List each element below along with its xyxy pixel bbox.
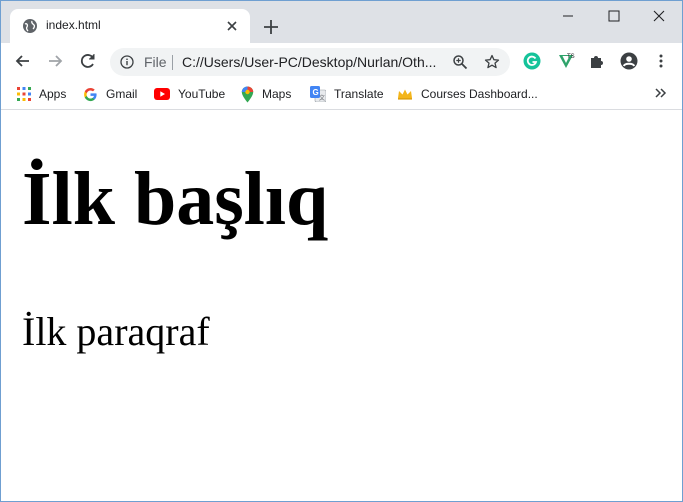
svg-text:TS: TS [567,54,575,60]
youtube-icon [154,88,170,100]
address-bar[interactable]: File C://Users/User-PC/Desktop/Nurlan/Ot… [110,48,510,76]
bookmark-label: Gmail [106,87,138,101]
bookmark-label: Apps [39,87,67,101]
bookmark-gmail[interactable]: Gmail [83,84,137,104]
info-icon[interactable] [120,55,134,69]
page-viewport: İlk başlıq İlk paraqraf [1,110,682,501]
bookmark-translate[interactable]: G 文 Translate [310,84,384,104]
browser-window: index.html File C://Users/User-PC/Deskto… [0,0,683,502]
svg-text:文: 文 [319,94,325,102]
translate-icon: G 文 [310,86,326,102]
close-tab-icon[interactable] [224,18,240,34]
reload-icon[interactable] [78,51,98,71]
tab-strip: index.html [1,1,682,43]
page-heading: İlk başlıq [22,157,329,241]
bookmark-courses-dashboard[interactable]: Courses Dashboard... [397,84,538,104]
bookmark-youtube[interactable]: YouTube [154,84,225,104]
address-url-text[interactable]: C://Users/User-PC/Desktop/Nurlan/Oth... [182,54,452,70]
forward-arrow-icon[interactable] [45,51,65,71]
bookmarks-overflow-chevron-icon[interactable] [652,85,668,101]
bookmark-label: Translate [334,87,384,101]
puzzle-icon[interactable] [588,52,606,70]
crown-icon [398,89,412,100]
browser-toolbar: File C://Users/User-PC/Desktop/Nurlan/Ot… [1,43,682,79]
menu-dots-icon[interactable] [652,52,670,70]
address-scheme-label: File [144,54,167,70]
google-g-icon [84,87,97,101]
bookmark-maps[interactable]: Maps [241,84,291,104]
apps-grid-icon [17,87,31,101]
page-paragraph: İlk paraqraf [22,309,210,354]
tab-index-html[interactable]: index.html [10,9,250,43]
extension-icon-2[interactable]: TS [557,52,575,70]
tab-title: index.html [46,18,101,32]
bookmark-apps[interactable]: Apps [17,84,66,104]
bookmark-label: Courses Dashboard... [421,87,538,101]
maps-pin-icon [241,86,254,102]
profile-icon[interactable] [620,52,638,70]
bookmark-star-icon[interactable] [484,54,500,70]
close-window-icon[interactable] [636,1,682,31]
back-arrow-icon[interactable] [13,51,33,71]
grammarly-icon[interactable] [523,52,541,70]
new-tab-plus-icon[interactable] [261,17,281,37]
minimize-window-icon[interactable] [545,1,591,31]
svg-text:G: G [313,88,319,97]
maximize-window-icon[interactable] [591,1,637,31]
zoom-icon[interactable] [452,54,468,70]
bookmarks-bar: Apps Gmail YouTube Maps G 文 Translate Co… [1,79,682,110]
bookmark-label: YouTube [178,87,226,101]
globe-icon [23,19,37,33]
bookmark-label: Maps [262,87,292,101]
address-separator [172,55,173,70]
